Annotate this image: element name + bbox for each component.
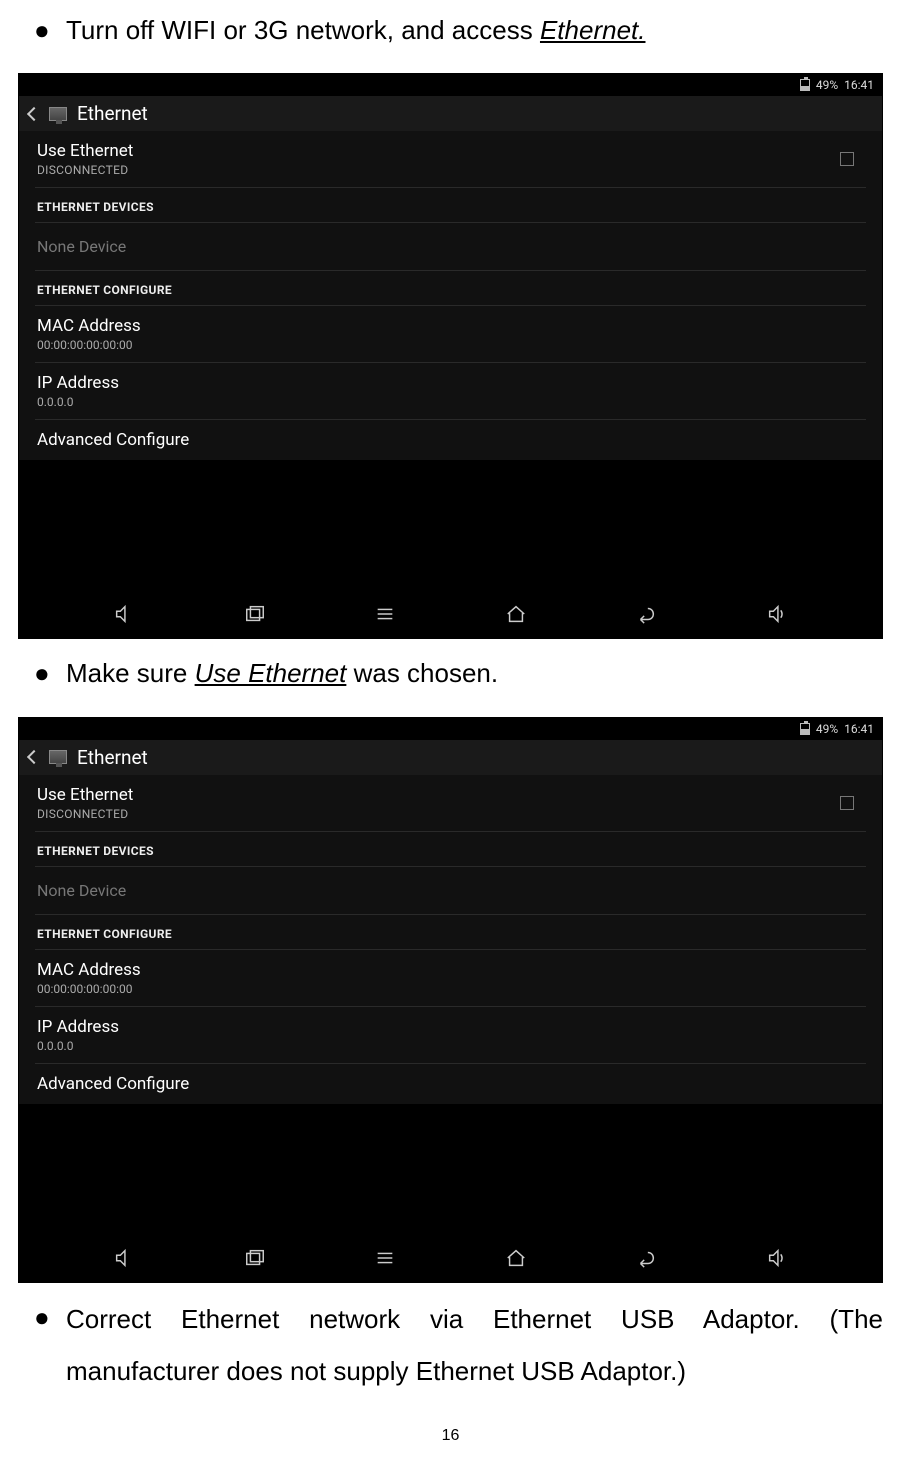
nav-bar <box>19 1234 882 1282</box>
bullet-dot: ● <box>18 1293 66 1342</box>
bullet-2-text: Make sure Use Ethernet was chosen. <box>66 649 883 698</box>
back-chevron-icon[interactable] <box>27 750 41 764</box>
settings-body: Use Ethernet DISCONNECTED ETHERNET DEVIC… <box>19 131 882 460</box>
row-use-ethernet[interactable]: Use Ethernet DISCONNECTED <box>35 775 866 832</box>
row-use-ethernet[interactable]: Use Ethernet DISCONNECTED <box>35 131 866 188</box>
doc-bullet-3: ● Correct Ethernet network via Ethernet … <box>18 1293 883 1397</box>
doc-bullet-2: ● Make sure Use Ethernet was chosen. <box>18 649 883 698</box>
screenshot-ethernet-2: 49% 16:41 Ethernet Use Ethernet DISCONNE… <box>18 717 883 1283</box>
use-ethernet-label: Use Ethernet <box>37 785 133 805</box>
screen-title: Ethernet <box>77 102 148 125</box>
mac-label: MAC Address <box>37 960 141 980</box>
mac-value: 00:00:00:00:00:00 <box>37 338 141 352</box>
bullet-2-pre: Make sure <box>66 658 195 688</box>
section-configure: ETHERNET CONFIGURE <box>35 915 866 950</box>
blank-area <box>19 460 882 590</box>
ip-label: IP Address <box>37 1017 119 1037</box>
nav-volume-up-icon[interactable] <box>761 598 793 630</box>
nav-home-icon[interactable] <box>500 598 532 630</box>
nav-volume-down-icon[interactable] <box>108 1242 140 1274</box>
back-chevron-icon[interactable] <box>27 107 41 121</box>
status-time: 16:41 <box>844 722 874 736</box>
nav-home-icon[interactable] <box>500 1242 532 1274</box>
battery-icon <box>800 79 810 91</box>
row-ip[interactable]: IP Address 0.0.0.0 <box>35 1007 866 1064</box>
ethernet-icon <box>49 750 67 764</box>
none-device: None Device <box>35 223 866 271</box>
status-time: 16:41 <box>844 78 874 92</box>
bullet-1-text: Turn off WIFI or 3G network, and access … <box>66 6 883 55</box>
row-advanced[interactable]: Advanced Configure <box>35 1064 866 1104</box>
bullet-3-text: Correct Ethernet network via Ethernet US… <box>66 1293 883 1397</box>
doc-bullet-1: ● Turn off WIFI or 3G network, and acces… <box>18 6 883 55</box>
page-number: 16 <box>18 1427 883 1445</box>
row-mac[interactable]: MAC Address 00:00:00:00:00:00 <box>35 306 866 363</box>
advanced-label: Advanced Configure <box>37 430 189 450</box>
ip-value: 0.0.0.0 <box>37 395 119 409</box>
bullet-dot: ● <box>18 6 66 55</box>
ethernet-icon <box>49 107 67 121</box>
nav-recent-icon[interactable] <box>239 1242 271 1274</box>
section-configure: ETHERNET CONFIGURE <box>35 271 866 306</box>
use-ethernet-checkbox[interactable] <box>840 796 854 810</box>
use-ethernet-label: Use Ethernet <box>37 141 133 161</box>
use-ethernet-status: DISCONNECTED <box>37 163 133 177</box>
nav-back-icon[interactable] <box>630 598 662 630</box>
use-ethernet-checkbox[interactable] <box>840 152 854 166</box>
nav-volume-up-icon[interactable] <box>761 1242 793 1274</box>
battery-percent: 49% <box>816 78 838 92</box>
blank-area <box>19 1104 882 1234</box>
none-device: None Device <box>35 867 866 915</box>
title-bar: Ethernet <box>19 740 882 775</box>
mac-label: MAC Address <box>37 316 141 336</box>
ip-label: IP Address <box>37 373 119 393</box>
ip-value: 0.0.0.0 <box>37 1039 119 1053</box>
bullet-2-post: was chosen. <box>346 658 498 688</box>
settings-body: Use Ethernet DISCONNECTED ETHERNET DEVIC… <box>19 775 882 1104</box>
nav-volume-down-icon[interactable] <box>108 598 140 630</box>
title-bar: Ethernet <box>19 96 882 131</box>
bullet-1-underline: Ethernet. <box>540 15 646 45</box>
nav-recent-icon[interactable] <box>239 598 271 630</box>
section-devices: ETHERNET DEVICES <box>35 832 866 867</box>
advanced-label: Advanced Configure <box>37 1074 189 1094</box>
bullet-dot: ● <box>18 649 66 698</box>
nav-back-icon[interactable] <box>630 1242 662 1274</box>
nav-menu-icon[interactable] <box>369 1242 401 1274</box>
section-devices: ETHERNET DEVICES <box>35 188 866 223</box>
row-ip[interactable]: IP Address 0.0.0.0 <box>35 363 866 420</box>
use-ethernet-status: DISCONNECTED <box>37 807 133 821</box>
mac-value: 00:00:00:00:00:00 <box>37 982 141 996</box>
nav-bar <box>19 590 882 638</box>
status-bar: 49% 16:41 <box>19 74 882 96</box>
row-advanced[interactable]: Advanced Configure <box>35 420 866 460</box>
battery-percent: 49% <box>816 722 838 736</box>
bullet-2-underline: Use Ethernet <box>195 658 347 688</box>
screen-title: Ethernet <box>77 746 148 769</box>
bullet-1-pre: Turn off WIFI or 3G network, and access <box>66 15 540 45</box>
battery-icon <box>800 723 810 735</box>
status-bar: 49% 16:41 <box>19 718 882 740</box>
screenshot-ethernet-1: 49% 16:41 Ethernet Use Ethernet DISCONNE… <box>18 73 883 639</box>
nav-menu-icon[interactable] <box>369 598 401 630</box>
row-mac[interactable]: MAC Address 00:00:00:00:00:00 <box>35 950 866 1007</box>
